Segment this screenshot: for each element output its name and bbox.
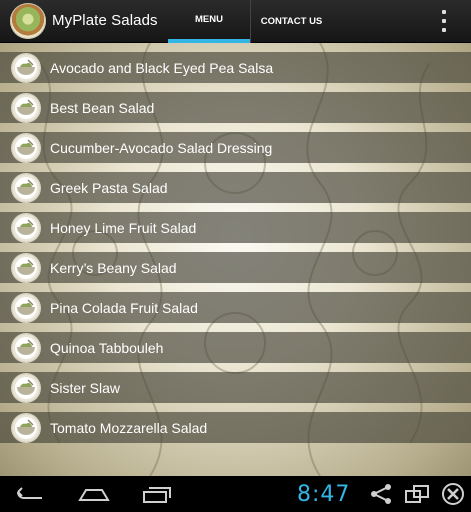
salad-plate-icon[interactable] (10, 3, 46, 39)
list-item-label: Greek Pasta Salad (50, 180, 168, 196)
salad-bowl-icon (12, 54, 40, 82)
salad-bowl-icon (12, 254, 40, 282)
salad-bowl-icon (12, 334, 40, 362)
tab-menu-label: MENU (195, 14, 223, 25)
list-item-label: Kerry’s Beany Salad (50, 260, 177, 276)
menu-content[interactable]: Avocado and Black Eyed Pea Salsa Best Bea… (0, 43, 471, 476)
app-title: MyPlate Salads (52, 12, 158, 29)
home-icon[interactable] (77, 482, 111, 506)
list-item[interactable]: Quinoa Tabbouleh (0, 332, 471, 363)
action-bar: MyPlate Salads MENU CONTACT US (0, 0, 471, 43)
salad-bowl-icon (12, 294, 40, 322)
system-clock: 8:47 (297, 482, 351, 507)
system-navigation-bar (0, 476, 471, 512)
salad-bowl-icon (12, 414, 40, 442)
list-item[interactable]: Pina Colada Fruit Salad (0, 292, 471, 323)
vertical-ellipsis-icon[interactable] (436, 8, 452, 34)
salad-bowl-icon (12, 374, 40, 402)
salad-bowl-icon (12, 174, 40, 202)
salad-list: Avocado and Black Eyed Pea Salsa Best Bea… (0, 43, 471, 443)
list-item[interactable]: Tomato Mozzarella Salad (0, 412, 471, 443)
salad-bowl-icon (12, 214, 40, 242)
tab-contact-us[interactable]: CONTACT US (250, 0, 332, 43)
recent-apps-icon[interactable] (140, 482, 174, 506)
list-item-label: Sister Slaw (50, 380, 121, 396)
list-item[interactable]: Cucumber-Avocado Salad Dressing (0, 132, 471, 163)
list-item[interactable]: Avocado and Black Eyed Pea Salsa (0, 52, 471, 83)
list-item[interactable]: Best Bean Salad (0, 92, 471, 123)
list-item-label: Quinoa Tabbouleh (50, 340, 164, 356)
tab-contact-us-label: CONTACT US (260, 16, 323, 27)
list-item-label: Best Bean Salad (50, 100, 155, 116)
list-item-label: Honey Lime Fruit Salad (50, 220, 197, 236)
back-icon[interactable] (14, 482, 48, 506)
list-item-label: Cucumber-Avocado Salad Dressing (50, 140, 273, 156)
list-item[interactable]: Sister Slaw (0, 372, 471, 403)
list-item[interactable]: Greek Pasta Salad (0, 172, 471, 203)
salad-bowl-icon (12, 134, 40, 162)
close-icon[interactable] (438, 482, 468, 506)
list-item-label: Tomato Mozzarella Salad (50, 420, 208, 436)
list-item-label: Avocado and Black Eyed Pea Salsa (50, 60, 274, 76)
salad-bowl-icon (12, 94, 40, 122)
list-item-label: Pina Colada Fruit Salad (50, 300, 198, 316)
app-screen: MyPlate Salads MENU CONTACT US Avocado a… (0, 0, 471, 512)
list-item[interactable]: Kerry’s Beany Salad (0, 252, 471, 283)
screen-toggle-icon[interactable] (402, 482, 432, 506)
list-item[interactable]: Honey Lime Fruit Salad (0, 212, 471, 243)
tab-menu[interactable]: MENU (168, 0, 250, 43)
share-icon[interactable] (366, 482, 396, 506)
